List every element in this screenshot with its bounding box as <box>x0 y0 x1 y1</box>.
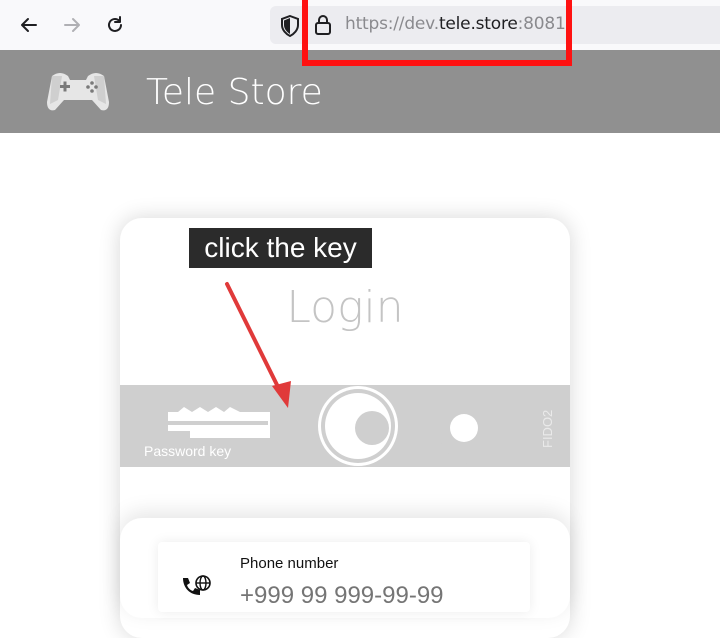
reload-icon <box>108 16 122 32</box>
password-key-label: Password key <box>144 443 232 459</box>
back-arrow-icon <box>21 18 37 32</box>
url-highlight-box <box>302 0 572 66</box>
login-title: Login <box>286 282 404 333</box>
app-title: Tele Store <box>146 72 323 113</box>
phone-globe-icon <box>183 575 211 595</box>
instruction-tooltip: click the key <box>189 228 372 268</box>
forward-button[interactable] <box>60 13 84 37</box>
gamepad-logo-icon <box>47 73 109 111</box>
forward-arrow-icon <box>64 18 80 32</box>
back-button[interactable] <box>17 13 41 37</box>
reload-button[interactable] <box>103 13 127 37</box>
shield-icon[interactable] <box>280 14 300 42</box>
fido2-label: FIDO2 <box>540 409 555 448</box>
phone-number-input[interactable] <box>240 582 520 610</box>
phone-number-label: Phone number <box>240 555 339 572</box>
